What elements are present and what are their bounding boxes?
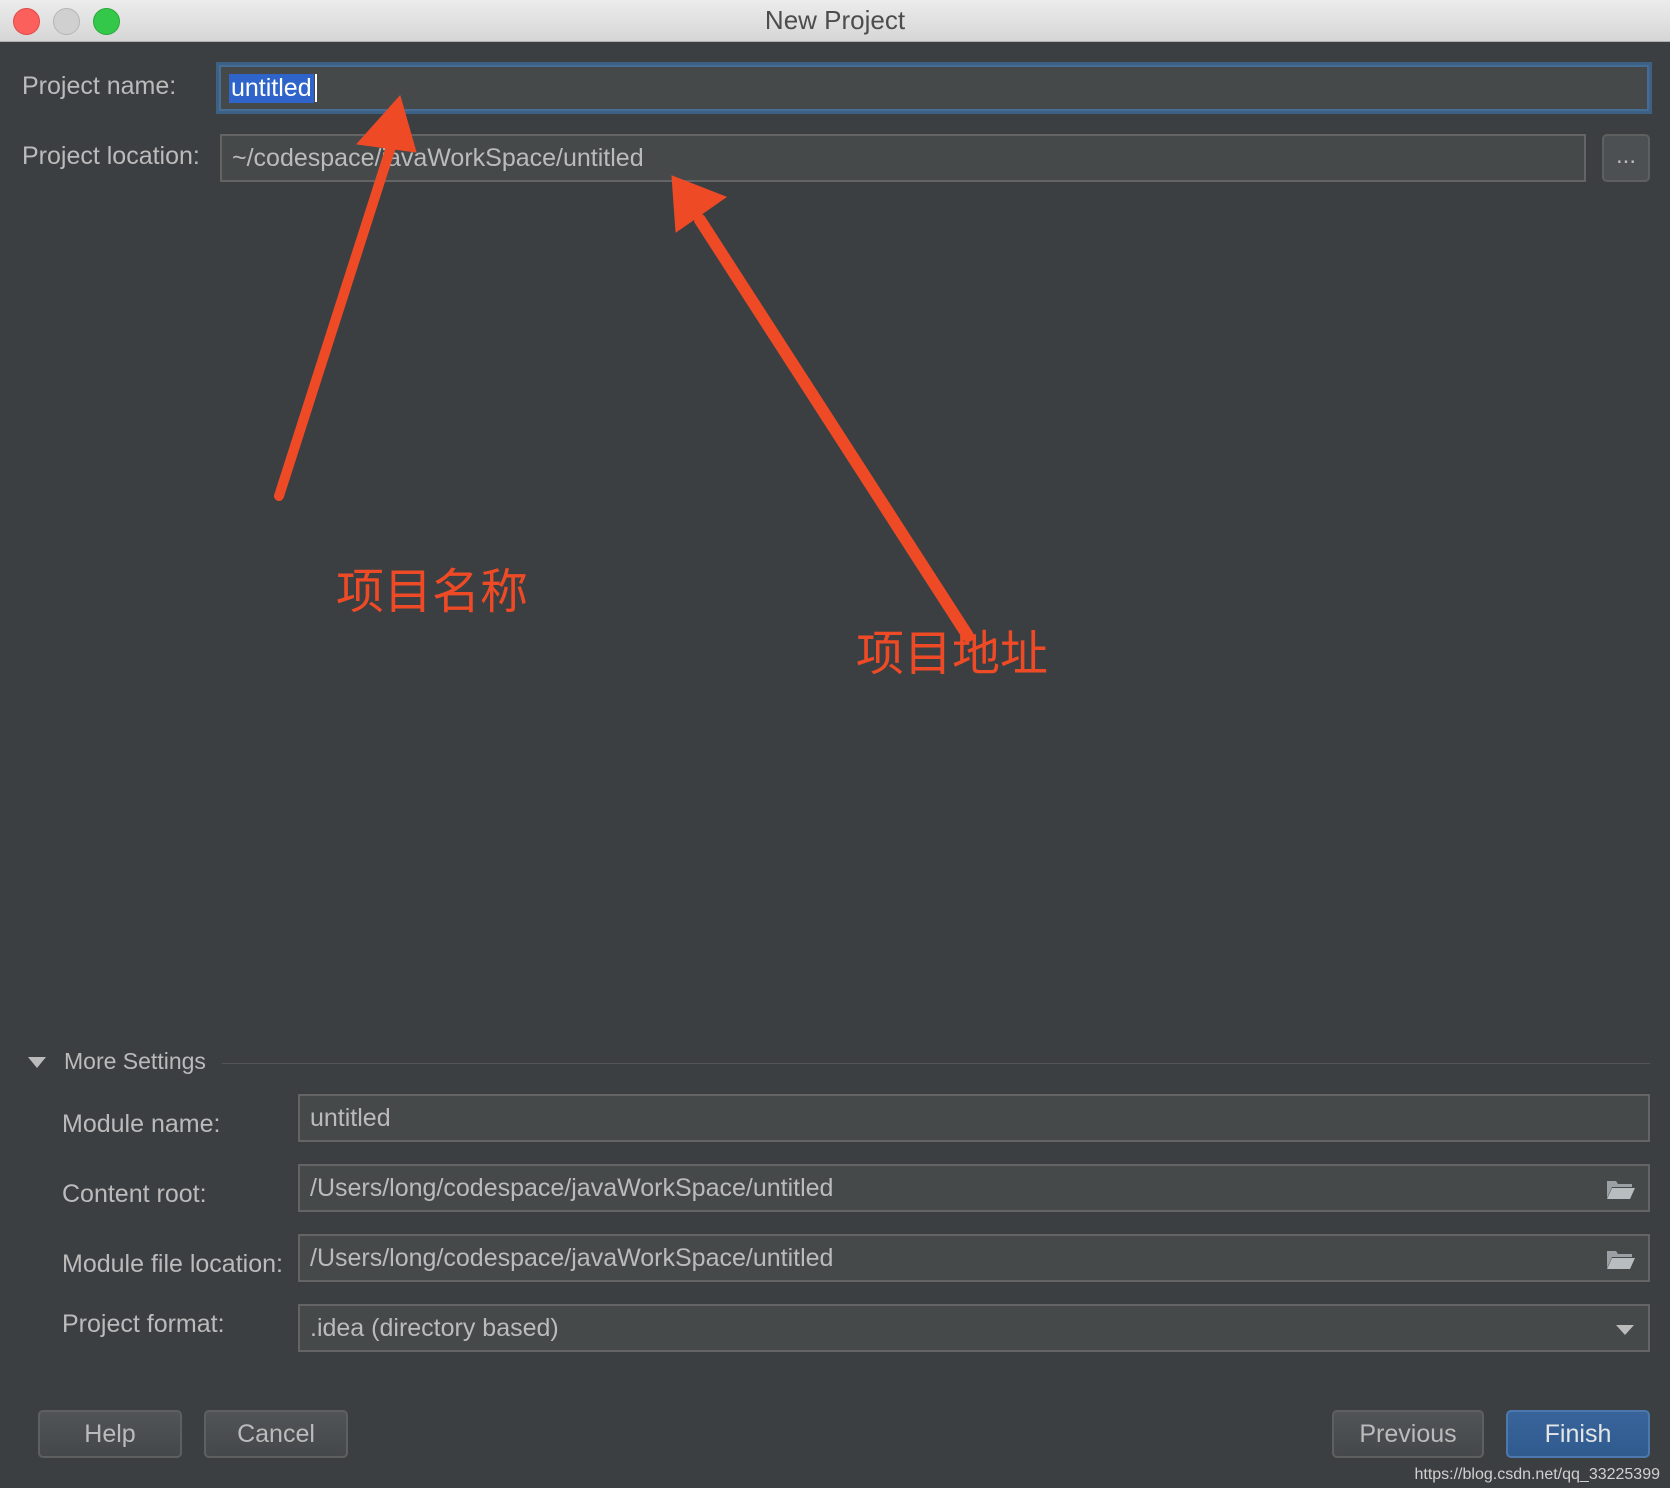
project-location-value: ~/codespace/javaWorkSpace/untitled bbox=[232, 143, 644, 172]
browse-location-button[interactable]: ... bbox=[1602, 134, 1650, 182]
content-root-value: /Users/long/codespace/javaWorkSpace/unti… bbox=[310, 1173, 834, 1202]
watermark: https://blog.csdn.net/qq_33225399 bbox=[1414, 1466, 1660, 1483]
project-name-input[interactable]: untitled bbox=[216, 62, 1652, 114]
folder-icon[interactable] bbox=[1606, 1178, 1636, 1200]
section-divider bbox=[222, 1063, 1650, 1064]
more-settings-title: More Settings bbox=[64, 1048, 206, 1074]
content-root-label: Content root: bbox=[62, 1180, 207, 1208]
module-file-location-label: Module file location: bbox=[62, 1250, 283, 1278]
folder-icon[interactable] bbox=[1606, 1248, 1636, 1270]
collapse-triangle-icon[interactable] bbox=[28, 1057, 46, 1068]
annotation-arrow-location bbox=[671, 175, 974, 642]
content-root-input[interactable]: /Users/long/codespace/javaWorkSpace/unti… bbox=[298, 1164, 1650, 1212]
module-file-location-input[interactable]: /Users/long/codespace/javaWorkSpace/unti… bbox=[298, 1234, 1650, 1282]
title-bar: New Project bbox=[0, 0, 1670, 42]
window-title: New Project bbox=[764, 5, 906, 35]
module-name-label: Module name: bbox=[62, 1110, 221, 1138]
project-location-input[interactable]: ~/codespace/javaWorkSpace/untitled bbox=[220, 134, 1586, 182]
project-location-label: Project location: bbox=[22, 142, 200, 170]
project-format-value: .idea (directory based) bbox=[310, 1313, 559, 1342]
project-format-select[interactable]: .idea (directory based) bbox=[298, 1304, 1650, 1352]
module-name-input[interactable]: untitled bbox=[298, 1094, 1650, 1142]
cancel-button[interactable]: Cancel bbox=[204, 1410, 348, 1458]
annotation-project-name: 项目名称 bbox=[336, 564, 529, 620]
module-name-value: untitled bbox=[310, 1103, 391, 1132]
annotation-project-location: 项目地址 bbox=[856, 626, 1049, 682]
module-file-location-value: /Users/long/codespace/javaWorkSpace/unti… bbox=[310, 1243, 834, 1272]
dropdown-arrow-icon[interactable] bbox=[1616, 1325, 1634, 1335]
project-format-label: Project format: bbox=[62, 1310, 225, 1338]
project-name-label: Project name: bbox=[22, 72, 177, 100]
more-settings-header[interactable]: More Settings bbox=[28, 1048, 1650, 1078]
text-caret bbox=[314, 74, 317, 102]
previous-button[interactable]: Previous bbox=[1332, 1410, 1484, 1458]
project-name-value: untitled bbox=[229, 73, 314, 103]
help-button[interactable]: Help bbox=[38, 1410, 182, 1458]
finish-button[interactable]: Finish bbox=[1506, 1410, 1650, 1458]
